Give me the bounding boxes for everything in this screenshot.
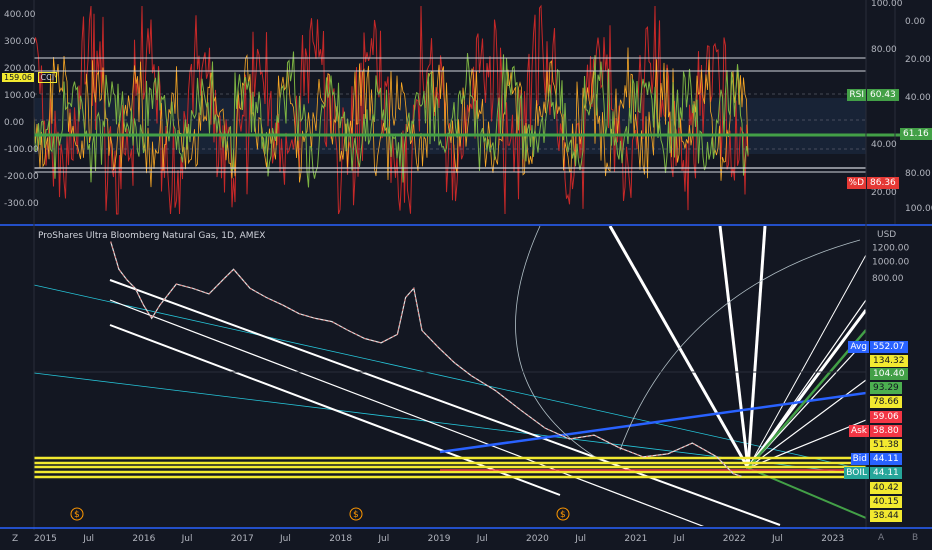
- price-tag: Avg 552.07: [848, 341, 908, 353]
- price-tick: 800.00: [872, 274, 904, 284]
- price-tag: 134.32: [870, 355, 908, 367]
- scale-b-icon[interactable]: B: [912, 533, 918, 543]
- dividend-symbol: $: [353, 510, 359, 520]
- cci-tick: -100.00: [4, 145, 39, 155]
- price-tag: 59.06: [870, 411, 902, 423]
- rsi-tick: 100.00: [871, 0, 903, 9]
- time-tick: Jul: [673, 534, 685, 544]
- time-tick: 2022: [723, 534, 746, 544]
- time-tick: 2015: [34, 534, 57, 544]
- rsi-tick: 80.00: [871, 45, 897, 55]
- stoch-axis: 0.0020.0040.0060.0080.00100.00: [905, 17, 932, 214]
- price-tag-value: 44.11: [873, 454, 899, 464]
- price-axis: 1200.00 1000.00 800.00: [872, 244, 909, 285]
- price-tag-value: 59.06: [873, 412, 899, 422]
- price-tag-value: 552.07: [873, 342, 905, 352]
- price-tag-value: 40.15: [873, 497, 899, 507]
- stoch-tag-value: 86.36: [870, 178, 896, 188]
- tz-icon[interactable]: Z: [12, 534, 18, 544]
- price-tag-value: 44.11: [873, 468, 899, 478]
- price-tag-label: Avg: [848, 341, 869, 353]
- rsi-tick: 20.00: [871, 188, 897, 198]
- price-tag: 40.15: [870, 496, 902, 508]
- dividend-symbol: $: [74, 510, 80, 520]
- cci-tick: 400.00: [4, 10, 36, 20]
- time-axis: 2015 Jul 2016 Jul 2017 Jul 2018 Jul 2019 Jul 2020 J…: [34, 534, 844, 544]
- cci-value-tag: 159.06 CCI: [2, 72, 58, 83]
- price-tag-label: Ask: [848, 425, 869, 437]
- price-tag: 40.42: [870, 482, 902, 494]
- price-tag: Bid 44.11: [850, 453, 902, 465]
- price-tag: 93.29: [870, 382, 902, 394]
- price-background: [34, 226, 866, 526]
- currency-label: USD: [877, 230, 896, 240]
- price-tag: BOIL 44.11: [844, 467, 902, 479]
- time-tick: 2016: [132, 534, 155, 544]
- chart-title: ProShares Ultra Bloomberg Natural Gas, 1…: [38, 231, 266, 241]
- time-tick: Jul: [82, 534, 94, 544]
- stoch-tag-label: %D: [846, 177, 866, 189]
- price-panel[interactable]: [34, 226, 866, 548]
- rsi-tick: 40.00: [871, 140, 897, 150]
- cci-tick: 0.00: [4, 118, 24, 128]
- price-tag: 78.66: [870, 396, 902, 408]
- price-tag: 38.44: [870, 510, 902, 522]
- stoch-tag: %D 86.36: [846, 177, 899, 189]
- log-toggle[interactable]: A: [878, 533, 884, 543]
- chart-canvas: 400.00300.00200.00100.000.00-100.00-200.…: [0, 0, 932, 548]
- price-tag-label: Bid: [850, 453, 869, 465]
- price-tag-value: 93.29: [873, 383, 899, 393]
- time-tick: 2023: [821, 534, 844, 544]
- oscillator-panel[interactable]: [34, 0, 932, 224]
- cci-tick: 100.00: [4, 91, 36, 101]
- time-tick: Jul: [377, 534, 389, 544]
- price-tag-value: 38.44: [873, 511, 899, 521]
- auto-toggle[interactable]: B: [912, 533, 918, 543]
- price-tag-value: 51.38: [873, 440, 899, 450]
- time-tick: Jul: [279, 534, 291, 544]
- rsi-level-tag-value: 61.16: [903, 129, 929, 139]
- price-tag-value: 40.42: [873, 483, 899, 493]
- stoch-tick: 0.00: [905, 17, 925, 27]
- rsi-tag-value: 60.43: [870, 90, 896, 100]
- stoch-tick: 20.00: [905, 55, 931, 65]
- stoch-tick: 100.00: [905, 204, 932, 214]
- rsi-tag: RSI 60.43: [847, 89, 899, 101]
- time-tick: 2018: [329, 534, 352, 544]
- time-tick: 2020: [526, 534, 549, 544]
- price-tag: 104.40: [870, 368, 908, 380]
- price-tag-value: 104.40: [873, 369, 905, 379]
- time-tick: 2019: [428, 534, 451, 544]
- price-tick: 1000.00: [872, 257, 909, 267]
- dividend-symbol: $: [560, 510, 566, 520]
- scale-a-icon[interactable]: A: [878, 533, 884, 543]
- price-tag-value: 134.32: [873, 356, 905, 366]
- price-tag-value: 78.66: [873, 397, 899, 407]
- cci-value: 159.06: [2, 73, 34, 82]
- cci-tick: -200.00: [4, 172, 39, 182]
- time-tick: Jul: [476, 534, 488, 544]
- rsi-level-tag: 61.16: [900, 128, 932, 140]
- price-tag-value: 58.80: [873, 426, 899, 436]
- rsi-tag-label: RSI: [847, 89, 866, 101]
- time-tick: Jul: [181, 534, 193, 544]
- price-tick: 1200.00: [872, 244, 909, 254]
- price-tag: 51.38: [870, 439, 902, 451]
- cci-tick: -300.00: [4, 199, 39, 209]
- time-tick: Jul: [574, 534, 586, 544]
- stoch-tick: 40.00: [905, 93, 931, 103]
- time-tick: 2021: [624, 534, 647, 544]
- stoch-tick: 80.00: [905, 169, 931, 179]
- price-tag-label: BOIL: [844, 467, 869, 479]
- time-tick: Jul: [771, 534, 783, 544]
- cci-tick: 300.00: [4, 37, 36, 47]
- cci-name: CCI: [37, 72, 58, 83]
- price-tag: Ask 58.80: [848, 425, 902, 437]
- time-tick: 2017: [231, 534, 254, 544]
